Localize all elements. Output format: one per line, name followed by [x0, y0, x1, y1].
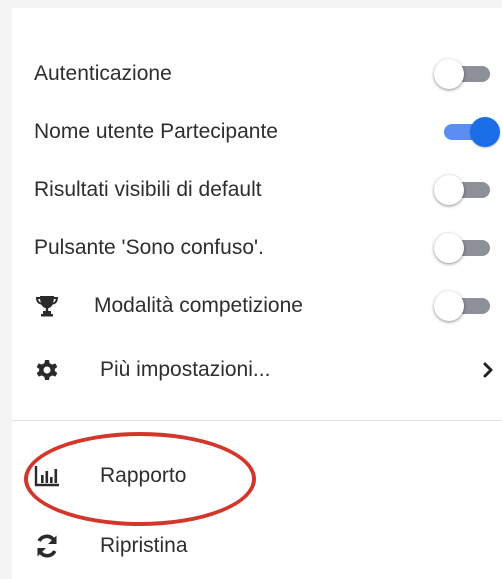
menu-item-nome-utente-partecipante[interactable]: Nome utente Partecipante [12, 112, 502, 152]
toggle-knob [434, 233, 464, 263]
risultati-visibili-toggle[interactable] [434, 170, 500, 210]
bar-chart-icon [34, 463, 60, 489]
modalita-competizione-toggle[interactable] [434, 286, 500, 326]
chevron-right-icon [482, 360, 496, 380]
menu-divider [12, 420, 502, 421]
autenticazione-toggle[interactable] [434, 54, 500, 94]
menu-item-label: Ripristina [100, 534, 188, 557]
gear-icon [34, 357, 60, 383]
toggle-knob [434, 59, 464, 89]
menu-item-label: Risultati visibili di default [34, 178, 262, 201]
sync-icon [34, 533, 60, 559]
settings-menu-panel: Autenticazione Nome utente Partecipante … [12, 8, 502, 579]
trophy-icon [34, 293, 60, 319]
menu-item-label: Modalità competizione [94, 294, 303, 317]
toggle-knob [434, 175, 464, 205]
menu-item-autenticazione[interactable]: Autenticazione [12, 54, 502, 94]
menu-item-sono-confuso[interactable]: Pulsante 'Sono confuso'. [12, 228, 502, 268]
menu-item-label: Pulsante 'Sono confuso'. [34, 236, 264, 259]
toggle-knob [470, 117, 500, 147]
menu-item-label: Autenticazione [34, 62, 172, 85]
menu-item-label: Più impostazioni... [100, 358, 271, 381]
menu-item-label: Rapporto [100, 464, 187, 487]
toggle-knob [434, 291, 464, 321]
menu-item-modalita-competizione[interactable]: Modalità competizione [12, 286, 502, 326]
menu-item-piu-impostazioni[interactable]: Più impostazioni... [12, 350, 502, 390]
menu-item-risultati-visibili[interactable]: Risultati visibili di default [12, 170, 502, 210]
sono-confuso-toggle[interactable] [434, 228, 500, 268]
nome-utente-toggle[interactable] [434, 112, 500, 152]
menu-item-rapporto[interactable]: Rapporto [12, 456, 502, 496]
menu-item-label: Nome utente Partecipante [34, 120, 278, 143]
menu-item-ripristina[interactable]: Ripristina [12, 526, 502, 566]
